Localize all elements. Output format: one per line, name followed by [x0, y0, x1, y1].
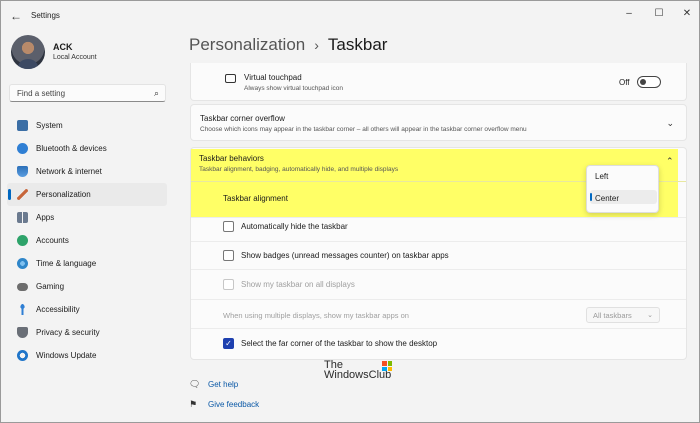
settings-window: ← Settings – ☐ ✕ ACK Local Account Find …	[0, 0, 700, 423]
sidebar-nav: System Bluetooth & devices Network & int…	[7, 114, 167, 367]
search-icon: ⌕	[153, 88, 159, 98]
close-button[interactable]: ✕	[673, 4, 700, 22]
monitor-icon	[17, 120, 28, 131]
search-input[interactable]: Find a setting ⌕	[9, 84, 166, 102]
avatar[interactable]	[11, 35, 45, 69]
help-icon: 🗨	[189, 379, 201, 389]
sidebar-item-windows-update[interactable]: Windows Update	[7, 344, 167, 367]
sidebar-item-label: Accessibility	[36, 305, 80, 314]
sidebar-item-label: Accounts	[36, 236, 69, 245]
virtual-touchpad-title: Virtual touchpad	[244, 73, 302, 82]
alignment-option-left[interactable]: Left	[595, 172, 608, 181]
accounts-icon	[17, 235, 28, 246]
far-corner-label: Select the far corner of the taskbar to …	[241, 339, 438, 348]
taskbar-alignment-label: Taskbar alignment	[223, 194, 288, 203]
divider	[191, 328, 686, 329]
minimize-button[interactable]: –	[615, 4, 643, 22]
chevron-down-icon: ⌄	[647, 312, 653, 319]
globe-icon	[17, 258, 28, 269]
get-help-link[interactable]: 🗨 Get help	[189, 379, 238, 390]
user-account-type: Local Account	[53, 54, 97, 61]
sidebar-item-personalization[interactable]: Personalization	[7, 183, 167, 206]
page-title: Taskbar	[327, 35, 388, 54]
virtual-touchpad-toggle[interactable]	[637, 76, 661, 88]
badges-label: Show badges (unread messages counter) on…	[241, 251, 449, 260]
chevron-down-icon: ⌄	[666, 118, 674, 128]
give-feedback-link[interactable]: ⚑ Give feedback	[189, 399, 259, 410]
multi-display-select: All taskbars ⌄	[586, 307, 660, 323]
network-icon	[17, 166, 28, 177]
all-displays-checkbox	[223, 279, 234, 290]
user-name: ACK	[53, 42, 73, 52]
auto-hide-checkbox[interactable]	[223, 221, 234, 232]
search-placeholder: Find a setting	[17, 89, 66, 98]
corner-overflow-subtitle: Choose which icons may appear in the tas…	[200, 126, 527, 133]
sidebar-item-label: Time & language	[36, 259, 97, 268]
breadcrumb: Personalization › Taskbar	[189, 35, 387, 55]
toggle-state-label: Off	[619, 78, 630, 87]
sidebar-item-label: Windows Update	[36, 351, 97, 360]
bluetooth-icon	[17, 143, 28, 154]
brush-icon	[17, 189, 28, 200]
chevron-up-icon[interactable]: ⌃	[666, 156, 687, 167]
all-displays-label: Show my taskbar on all displays	[241, 280, 355, 289]
sidebar-item-label: Network & internet	[36, 167, 102, 176]
apps-icon	[17, 212, 28, 223]
shield-icon	[17, 327, 28, 338]
breadcrumb-parent[interactable]: Personalization	[189, 35, 305, 54]
sidebar-item-time-language[interactable]: Time & language	[7, 252, 167, 275]
sidebar-item-apps[interactable]: Apps	[7, 206, 167, 229]
far-corner-checkbox[interactable]: ✓	[223, 338, 234, 349]
sidebar-item-privacy[interactable]: Privacy & security	[7, 321, 167, 344]
sidebar-item-label: System	[36, 121, 63, 130]
thewindowsclub-logo: The WindowsClub	[324, 359, 392, 381]
update-icon	[17, 350, 28, 361]
virtual-touchpad-row: Virtual touchpad Always show virtual tou…	[190, 63, 687, 101]
alignment-flyout: Left Center	[586, 165, 659, 213]
sidebar-item-label: Gaming	[36, 282, 65, 291]
sidebar-item-network[interactable]: Network & internet	[7, 160, 167, 183]
badges-checkbox[interactable]	[223, 250, 234, 261]
sidebar-item-gaming[interactable]: Gaming	[7, 275, 167, 298]
divider	[191, 299, 686, 300]
back-arrow-icon[interactable]: ←	[7, 7, 25, 25]
corner-overflow-title: Taskbar corner overflow	[200, 114, 285, 123]
touchpad-icon	[225, 74, 236, 83]
auto-hide-row[interactable]: Automatically hide the taskbar	[190, 213, 687, 241]
sidebar-item-label: Bluetooth & devices	[36, 144, 107, 153]
chevron-right-icon: ›	[314, 37, 319, 53]
multi-display-label: When using multiple displays, show my ta…	[223, 311, 409, 320]
sidebar-item-label: Privacy & security	[36, 328, 100, 337]
give-feedback-label: Give feedback	[208, 400, 260, 409]
virtual-touchpad-subtitle: Always show virtual touchpad icon	[244, 85, 343, 92]
taskbar-behaviors-title[interactable]: Taskbar behaviors	[199, 154, 264, 163]
gaming-icon	[17, 282, 28, 291]
taskbar-behaviors-subtitle: Taskbar alignment, badging, automaticall…	[199, 166, 399, 173]
maximize-button[interactable]: ☐	[645, 4, 673, 22]
taskbar-corner-overflow-card[interactable]: Taskbar corner overflow Choose which ico…	[190, 104, 687, 141]
window-title: Settings	[31, 11, 60, 20]
feedback-icon: ⚑	[189, 399, 198, 409]
badges-row[interactable]: Show badges (unread messages counter) on…	[190, 242, 687, 270]
accessibility-icon	[17, 304, 28, 315]
get-help-label: Get help	[208, 380, 239, 389]
all-displays-row: Show my taskbar on all displays	[190, 271, 687, 299]
sidebar-item-label: Apps	[36, 213, 55, 222]
sidebar-item-label: Personalization	[36, 190, 91, 199]
sidebar-item-accessibility[interactable]: Accessibility	[7, 298, 167, 321]
sidebar-item-system[interactable]: System	[7, 114, 167, 137]
divider	[191, 269, 686, 270]
sidebar-item-accounts[interactable]: Accounts	[7, 229, 167, 252]
sidebar-item-bluetooth[interactable]: Bluetooth & devices	[7, 137, 167, 160]
windows-flag-icon	[382, 361, 392, 371]
auto-hide-label: Automatically hide the taskbar	[241, 222, 348, 231]
far-corner-row[interactable]: ✓ Select the far corner of the taskbar t…	[190, 330, 687, 358]
multi-display-value: All taskbars	[593, 311, 632, 320]
alignment-option-center[interactable]: Center	[595, 194, 619, 203]
title-bar: ← Settings – ☐ ✕	[1, 1, 699, 31]
